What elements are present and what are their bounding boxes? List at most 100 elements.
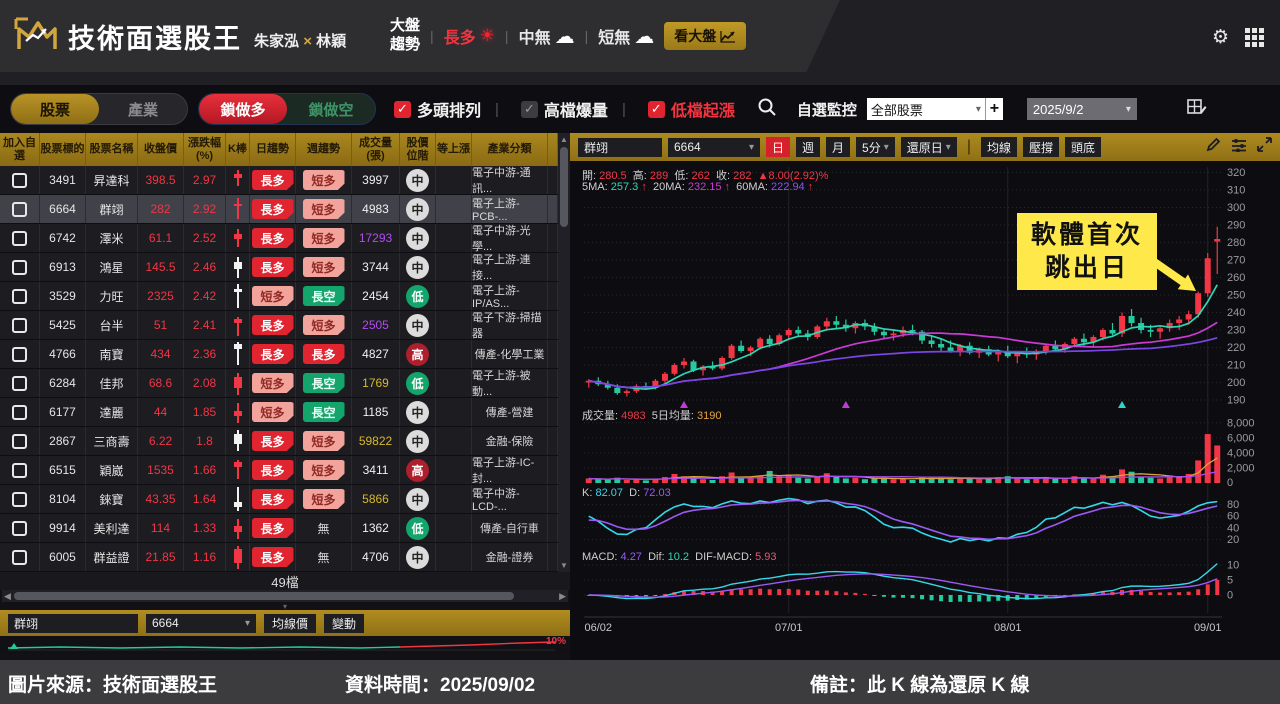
row-count: 49檔 <box>0 572 570 590</box>
volume: 2454 <box>362 289 389 303</box>
edit-table-icon[interactable] <box>1187 98 1207 121</box>
toggle-lock-short[interactable]: 鎖做空 <box>287 94 375 124</box>
apps-grid-icon[interactable] <box>1245 28 1264 47</box>
add-watch-checkbox[interactable] <box>12 492 27 507</box>
column-header[interactable]: 日趨勢 <box>250 133 296 166</box>
table-row[interactable]: 3491昇達科398.52.97長多短多3997中電子中游-通訊... <box>0 166 558 195</box>
industry: 電子中游-光學... <box>472 224 547 252</box>
stock-industry-toggle[interactable]: 股票 產業 <box>10 93 188 125</box>
add-watchlist-button[interactable]: + <box>985 98 1003 120</box>
watchlist-select[interactable]: 全部股票▾ <box>867 98 985 120</box>
chart-stock-name[interactable]: 群翊 <box>578 138 662 157</box>
draw-pencil-icon[interactable] <box>1206 137 1221 157</box>
add-watch-checkbox[interactable] <box>12 231 27 246</box>
day-trend-badge: 長多 <box>252 344 294 364</box>
add-watch-checkbox[interactable] <box>12 173 27 188</box>
vertical-scrollbar[interactable]: ▲ ▼ <box>558 133 570 572</box>
gear-icon[interactable]: ⚙ <box>1212 26 1229 49</box>
column-header[interactable]: 產業分類 <box>472 133 548 166</box>
stock-code: 6742 <box>49 231 76 245</box>
search-icon[interactable] <box>757 97 777 122</box>
kline-chart[interactable]: 3203103002902802702602502402302202102001… <box>570 161 1280 660</box>
table-row[interactable]: 6742澤米61.12.52長多短多17293中電子中游-光學... <box>0 224 558 253</box>
ma-tool-button[interactable]: 均線 <box>981 137 1017 157</box>
column-header[interactable]: 股價 位階 <box>400 133 436 166</box>
pct-change: 1.85 <box>193 405 216 419</box>
table-row[interactable]: 4766南寶4342.36長多長多4827高傳產-化學工業 <box>0 340 558 369</box>
fullscreen-icon[interactable] <box>1257 137 1272 157</box>
add-watch-checkbox[interactable] <box>12 347 27 362</box>
table-row[interactable]: 8104錸寶43.351.64長多短多5866中電子中游-LCD-... <box>0 485 558 514</box>
add-watch-checkbox[interactable] <box>12 521 27 536</box>
add-watch-checkbox[interactable] <box>12 318 27 333</box>
mini-stock-code-select[interactable]: 6664▾ <box>146 614 256 633</box>
period-week-button[interactable]: 週 <box>796 137 820 157</box>
column-header[interactable]: 加入自選 <box>0 133 40 166</box>
period-day-button[interactable]: 日 <box>766 137 790 157</box>
svg-text:06/02: 06/02 <box>585 622 613 634</box>
toggle-stock[interactable]: 股票 <box>11 94 99 124</box>
column-header[interactable]: 收盤價 <box>138 133 184 166</box>
checkbox-unchecked-icon[interactable]: ✓ <box>521 101 538 118</box>
table-row[interactable]: 2867三商壽6.221.8長多短多59822中金融-保險 <box>0 427 558 456</box>
table-row[interactable]: 6913鴻星145.52.46長多短多3744中電子上游-連接... <box>0 253 558 282</box>
checkbox-high-volume[interactable]: ✓ 高檔爆量 <box>521 97 608 121</box>
pct-change: 1.66 <box>193 463 216 477</box>
toggle-lock-long[interactable]: 鎖做多 <box>199 94 287 124</box>
add-watch-checkbox[interactable] <box>12 260 27 275</box>
close-price: 61.1 <box>149 231 172 245</box>
add-watch-checkbox[interactable] <box>12 463 27 478</box>
chart-stock-code-select[interactable]: 6664▾ <box>668 138 760 157</box>
ma-price-button[interactable]: 均線價 <box>264 614 316 633</box>
mini-stock-name[interactable]: 群翊 <box>8 614 138 633</box>
table-row[interactable]: 6177達麗441.85短多長空1185中傳產-營建 <box>0 398 558 427</box>
horizontal-scrollbar[interactable]: ◀▶ <box>2 590 568 602</box>
table-row[interactable]: 6005群益證21.851.16長多無4706中金融-證券 <box>0 543 558 572</box>
column-header[interactable]: K棒 <box>226 133 250 166</box>
add-watch-checkbox[interactable] <box>12 405 27 420</box>
table-row[interactable]: 6284佳邦68.62.08短多長空1769低電子上游-被動... <box>0 369 558 398</box>
checkbox-bull-alignment[interactable]: ✓ 多頭排列 <box>394 97 481 121</box>
restore-mode-select[interactable]: 還原日▾ <box>901 137 957 157</box>
minute-select[interactable]: 5分▾ <box>856 137 895 157</box>
long-short-toggle[interactable]: 鎖做多 鎖做空 <box>198 93 376 125</box>
column-header[interactable]: 股票名稱 <box>86 133 138 166</box>
top-bottom-button[interactable]: 頭底 <box>1065 137 1101 157</box>
column-header[interactable] <box>548 133 558 166</box>
industry: 傳產-化學工業 <box>475 346 545 362</box>
kbar-glyph <box>231 254 245 280</box>
add-watch-checkbox[interactable] <box>12 376 27 391</box>
table-row[interactable]: 3529力旺23252.42短多長空2454低電子上游-IP/AS... <box>0 282 558 311</box>
kbar-glyph <box>231 457 245 483</box>
close-price: 145.5 <box>145 260 175 274</box>
column-header[interactable]: 週趨勢 <box>296 133 352 166</box>
checkbox-low-rise[interactable]: ✓ 低檔起漲 <box>648 97 735 121</box>
column-header[interactable]: 股票標的 <box>40 133 86 166</box>
price-level-badge: 中 <box>406 198 429 221</box>
date-select[interactable]: 2025/9/2▾ <box>1027 98 1137 120</box>
stock-name: 群翊 <box>99 201 123 218</box>
svg-text:2,000: 2,000 <box>1227 462 1255 474</box>
add-watch-checkbox[interactable] <box>12 289 27 304</box>
indicator-settings-icon[interactable] <box>1231 138 1247 157</box>
period-month-button[interactable]: 月 <box>826 137 850 157</box>
add-watch-checkbox[interactable] <box>12 550 27 565</box>
table-row[interactable]: 9914美利達1141.33長多無1362低傳產-自行車 <box>0 514 558 543</box>
view-market-button[interactable]: 看大盤 <box>664 22 746 50</box>
change-button[interactable]: 變動 <box>324 614 364 633</box>
table-row[interactable]: 5425台半512.41長多短多2505中電子下游-掃描器 <box>0 311 558 340</box>
day-trend-badge: 長多 <box>252 315 294 335</box>
add-watch-checkbox[interactable] <box>12 434 27 449</box>
column-header[interactable]: 成交量 (張) <box>352 133 400 166</box>
column-header[interactable]: 漲跌幅 (%) <box>184 133 226 166</box>
table-row[interactable]: 6664群翊2822.92長多短多4983中電子上游-PCB-... <box>0 195 558 224</box>
column-header[interactable]: 等上漲 <box>436 133 472 166</box>
stock-name: 昇達科 <box>93 172 129 189</box>
add-watch-checkbox[interactable] <box>12 202 27 217</box>
toggle-industry[interactable]: 產業 <box>99 94 187 124</box>
table-row[interactable]: 6515穎崴15351.66長多短多3411高電子上游-IC-封... <box>0 456 558 485</box>
checkbox-checked-icon[interactable]: ✓ <box>394 101 411 118</box>
support-resist-button[interactable]: 壓撐 <box>1023 137 1059 157</box>
header-left-band: 技術面選股王 朱家泓 × 林穎 大盤 趨勢 | 長多 ☀ | 中無 ☁ | 短無… <box>0 0 840 72</box>
checkbox-checked-icon[interactable]: ✓ <box>648 101 665 118</box>
